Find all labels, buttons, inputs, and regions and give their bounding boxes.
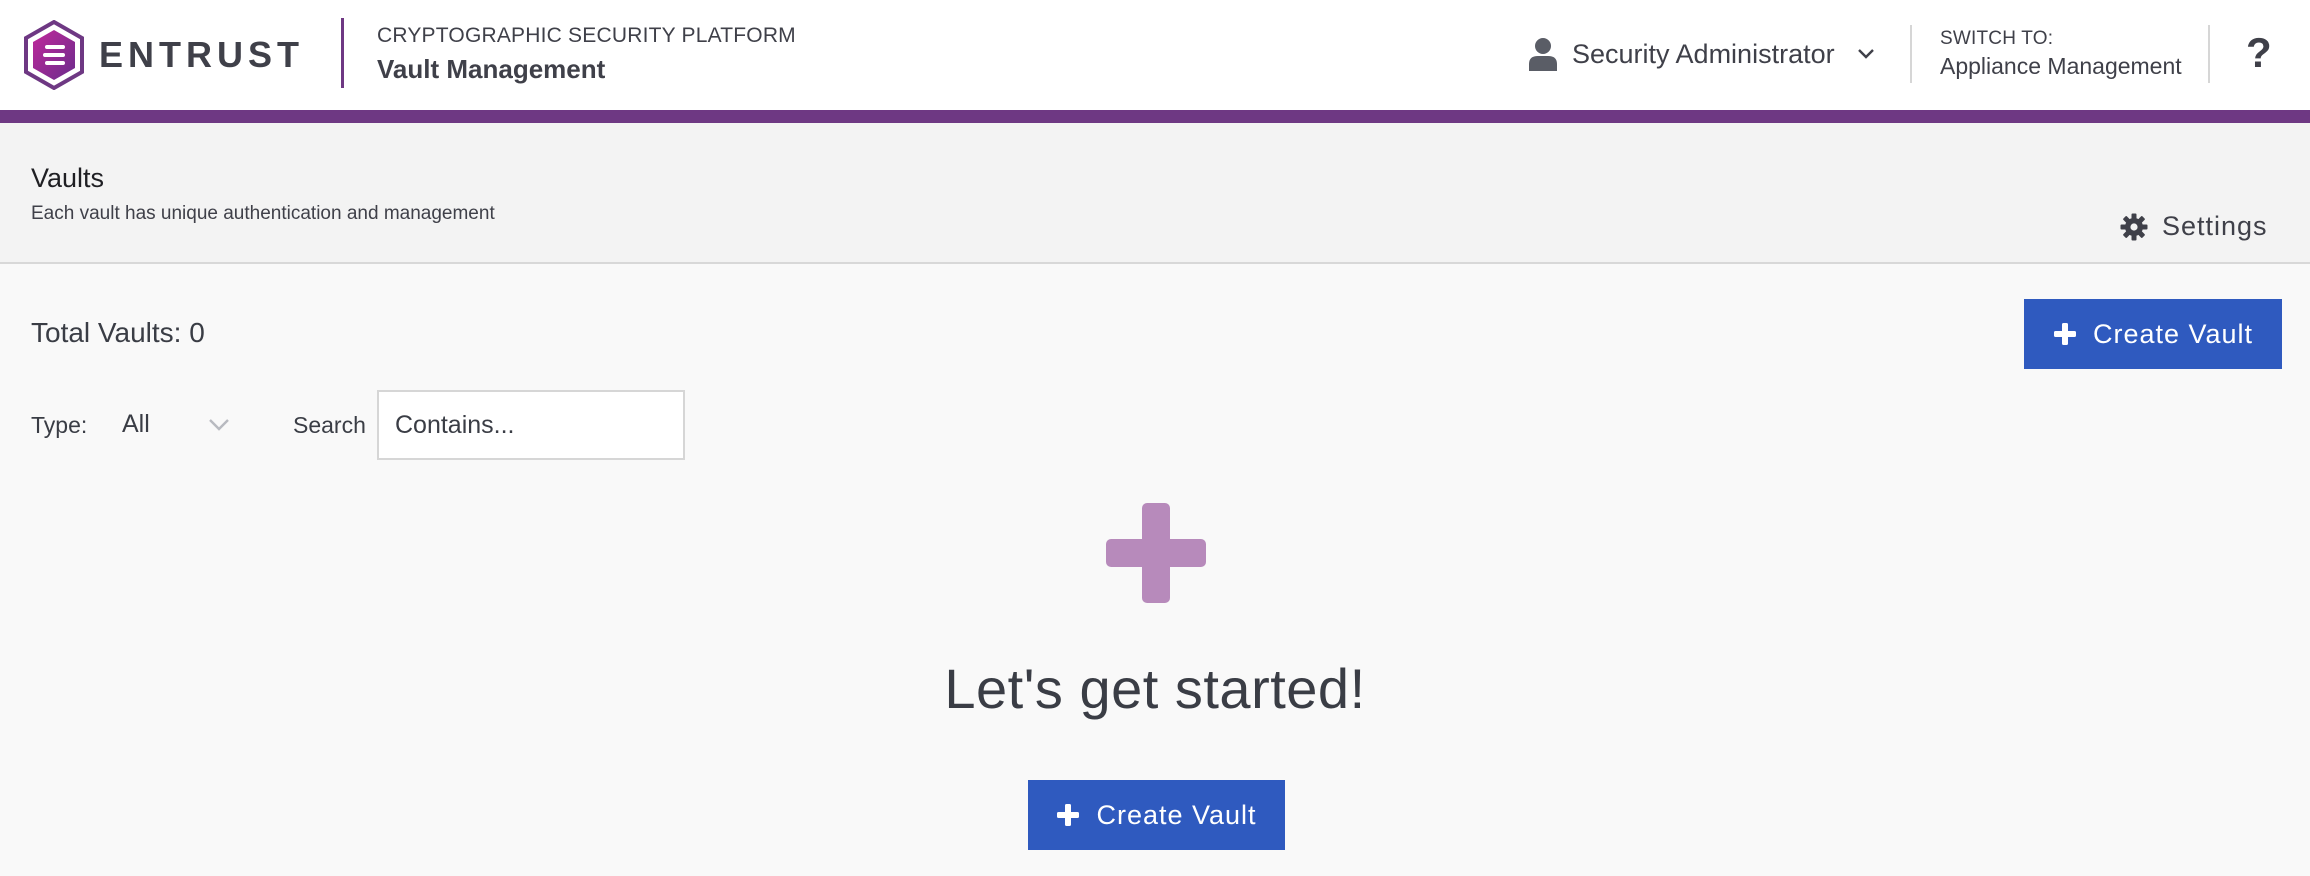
header-divider: [2208, 25, 2210, 83]
entrust-logo[interactable]: ENTRUST: [23, 20, 304, 90]
search-input[interactable]: [377, 390, 685, 460]
switch-label: SWITCH TO:: [1940, 28, 2054, 49]
plus-icon: [2053, 323, 2076, 345]
chevron-down-icon: [209, 419, 229, 431]
gear-icon: [2120, 213, 2148, 240]
type-filter-select[interactable]: All: [122, 404, 234, 444]
user-icon: [1529, 38, 1557, 71]
platform-subtitle: CRYPTOGRAPHIC SECURITY PLATFORM: [377, 24, 796, 47]
platform-title: Vault Management: [377, 54, 606, 84]
entrust-logo-icon: [24, 20, 84, 90]
settings-label: Settings: [2162, 211, 2268, 241]
create-vault-label: Create Vault: [1096, 799, 1257, 830]
page-title: Vaults: [31, 163, 105, 193]
page-subtitle: Each vault has unique authentication and…: [31, 203, 495, 224]
search-label: Search: [293, 412, 366, 438]
app-header: ENTRUST CRYPTOGRAPHIC SECURITY PLATFORM …: [0, 0, 2310, 110]
plus-icon: [1057, 804, 1080, 826]
logo-divider: [341, 18, 344, 88]
type-filter-label: Type:: [31, 412, 88, 438]
user-menu[interactable]: Security Administrator: [1528, 34, 1875, 74]
platform-title-block: CRYPTOGRAPHIC SECURITY PLATFORM Vault Ma…: [377, 24, 796, 85]
header-accent-bar: [0, 110, 2310, 123]
page-header: Vaults Each vault has unique authenticat…: [0, 123, 2310, 264]
brand-name: ENTRUST: [99, 34, 304, 75]
plus-icon: [1106, 503, 1206, 603]
create-vault-button[interactable]: Create Vault: [2024, 299, 2282, 369]
type-filter-value: All: [122, 409, 150, 438]
switch-app-link[interactable]: SWITCH TO: Appliance Management: [1940, 28, 2182, 80]
help-icon[interactable]: ?: [2246, 28, 2272, 78]
user-name: Security Administrator: [1572, 38, 1835, 69]
create-vault-label: Create Vault: [2092, 318, 2254, 349]
header-divider: [1910, 25, 1912, 83]
total-vaults-count: Total Vaults: 0: [31, 317, 205, 348]
create-vault-button-empty-state[interactable]: Create Vault: [1028, 780, 1285, 850]
chevron-down-icon: [1857, 49, 1874, 59]
switch-target: Appliance Management: [1940, 53, 2182, 79]
empty-state-title: Let's get started!: [944, 657, 1366, 720]
settings-button[interactable]: Settings: [2120, 211, 2268, 242]
